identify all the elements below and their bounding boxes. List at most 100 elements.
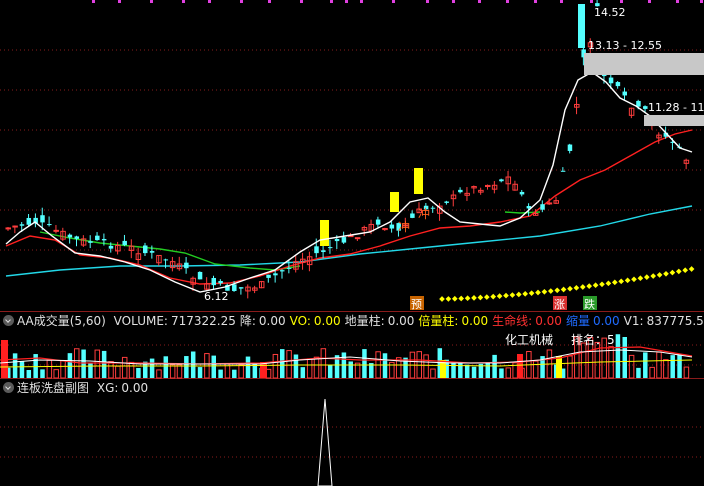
- trend-dot: [573, 285, 580, 291]
- candle-body-down: [334, 238, 340, 242]
- field-value: 0.00: [313, 314, 341, 328]
- signal-die: 跌: [584, 297, 595, 311]
- volume-bar-up: [306, 358, 313, 379]
- field-value: 0.00: [121, 381, 149, 395]
- field-label: VO:: [289, 314, 311, 328]
- volume-bar-down: [26, 369, 32, 378]
- trend-dot: [605, 280, 612, 287]
- candle-body-down: [567, 144, 573, 151]
- volume-bar-up: [286, 350, 292, 379]
- volume-title[interactable]: AA成交量(5,60): [17, 312, 106, 330]
- volume-bar-down: [348, 361, 353, 378]
- volume-bar-up: [313, 356, 320, 379]
- field-value: 0.00: [387, 314, 415, 328]
- trend-dot: [464, 295, 471, 302]
- candle-body-down: [560, 170, 566, 172]
- volume-bar-up: [430, 368, 436, 379]
- volume-bar-down: [670, 355, 675, 378]
- volume-bar-down: [252, 364, 258, 378]
- volume-bar-down: [184, 356, 189, 378]
- candle-body-down: [88, 241, 93, 243]
- candle-body-up: [354, 237, 361, 240]
- volume-bar-up: [649, 366, 655, 379]
- trend-dot: [560, 286, 567, 293]
- resistance-band-upper: [584, 53, 704, 75]
- trend-dot: [528, 290, 535, 297]
- top-event-dot: [118, 0, 121, 3]
- limit-up-candle: [320, 220, 329, 246]
- volume-bar-down: [485, 362, 490, 378]
- candlestick-series[interactable]: [5, 0, 690, 299]
- volume-bar-down: [149, 358, 155, 378]
- volume-bar-down: [163, 356, 169, 378]
- trend-dot: [618, 278, 625, 285]
- trend-dot: [592, 282, 599, 289]
- volume-bar-up: [121, 356, 128, 379]
- candle-body-down: [430, 207, 436, 209]
- candle-body-down: [314, 246, 319, 254]
- candle-body-down: [499, 179, 504, 182]
- candle-body-down: [95, 235, 100, 241]
- candle-body-down: [389, 224, 395, 229]
- volume-bar-down: [327, 364, 333, 378]
- field-label: 地量柱:: [344, 314, 385, 328]
- trend-dot: [631, 276, 637, 283]
- ma60-line: [5, 205, 693, 277]
- ma-polyline: [5, 129, 693, 285]
- candle-body-up: [12, 225, 18, 228]
- trend-dot: [477, 294, 484, 301]
- candle-body-down: [266, 274, 271, 278]
- sub-gridlines: [0, 426, 704, 458]
- field-label: 倍量柱:: [418, 314, 459, 328]
- indicator-settings-icon[interactable]: [3, 315, 14, 326]
- trend-dot: [624, 277, 631, 284]
- field-label: VOLUME:: [113, 314, 168, 328]
- field-value: 0.00: [592, 314, 620, 328]
- sub-pane-header: 连板洗盘副图 XG: 0.00: [0, 379, 704, 397]
- candle-body-down: [26, 217, 32, 225]
- volume-bar-up: [156, 369, 162, 379]
- volume-bar-down: [245, 356, 251, 378]
- volume-bar-down: [458, 362, 463, 378]
- trend-dot: [567, 285, 573, 292]
- volume-bar-up: [505, 367, 512, 379]
- candle-body-down: [643, 106, 648, 109]
- xipan-subchart[interactable]: [0, 397, 704, 486]
- volume-bar-down: [471, 366, 477, 378]
- field-label: 生命线:: [492, 314, 533, 328]
- candle-body-down: [122, 240, 127, 246]
- top-event-dot: [700, 0, 703, 3]
- indicator-settings-icon[interactable]: [3, 382, 14, 393]
- signal-chong: 冲: [398, 219, 410, 234]
- volume-bar-highlight: [517, 354, 523, 378]
- candle-body-down: [47, 224, 52, 226]
- field-label: XG:: [96, 381, 119, 395]
- peak-candle: [578, 4, 585, 48]
- volume-bar-up: [53, 369, 59, 379]
- trend-dot: [669, 269, 676, 276]
- volume-bar-up: [663, 359, 669, 379]
- volume-bar-down: [101, 350, 107, 378]
- ma20-line: [39, 211, 541, 271]
- volume-bar-up: [272, 353, 279, 379]
- top-event-dot: [648, 0, 651, 3]
- candle-body-up: [53, 229, 59, 232]
- trend-dot: [554, 287, 561, 294]
- top-event-dot: [208, 0, 211, 3]
- candle-body-down: [458, 189, 463, 193]
- candle-body-down: [19, 224, 25, 226]
- candle-body-down: [321, 250, 326, 253]
- resistance-band-lower: [644, 115, 704, 126]
- volume-pane-header: AA成交量(5,60) VOLUME: 717322.25 降: 0.00 VO: 0.0…: [0, 312, 704, 330]
- sub-pane-title[interactable]: 连板洗盘副图: [17, 379, 89, 397]
- volume-bar-up: [532, 360, 539, 379]
- volume-bar-up: [423, 354, 429, 379]
- candle-body-down: [540, 204, 545, 210]
- volume-bar-up: [608, 346, 614, 379]
- limit-up-candle: [390, 192, 399, 212]
- trend-dot: [458, 295, 465, 302]
- candlestick-chart[interactable]: 14.52 13.13 - 12.55 11.28 - 11 6.12 冲冲预 涨 跌: [0, 0, 704, 312]
- volume-bar-up: [108, 361, 114, 379]
- candle-body-down: [280, 270, 285, 272]
- candle-body-down: [163, 259, 169, 261]
